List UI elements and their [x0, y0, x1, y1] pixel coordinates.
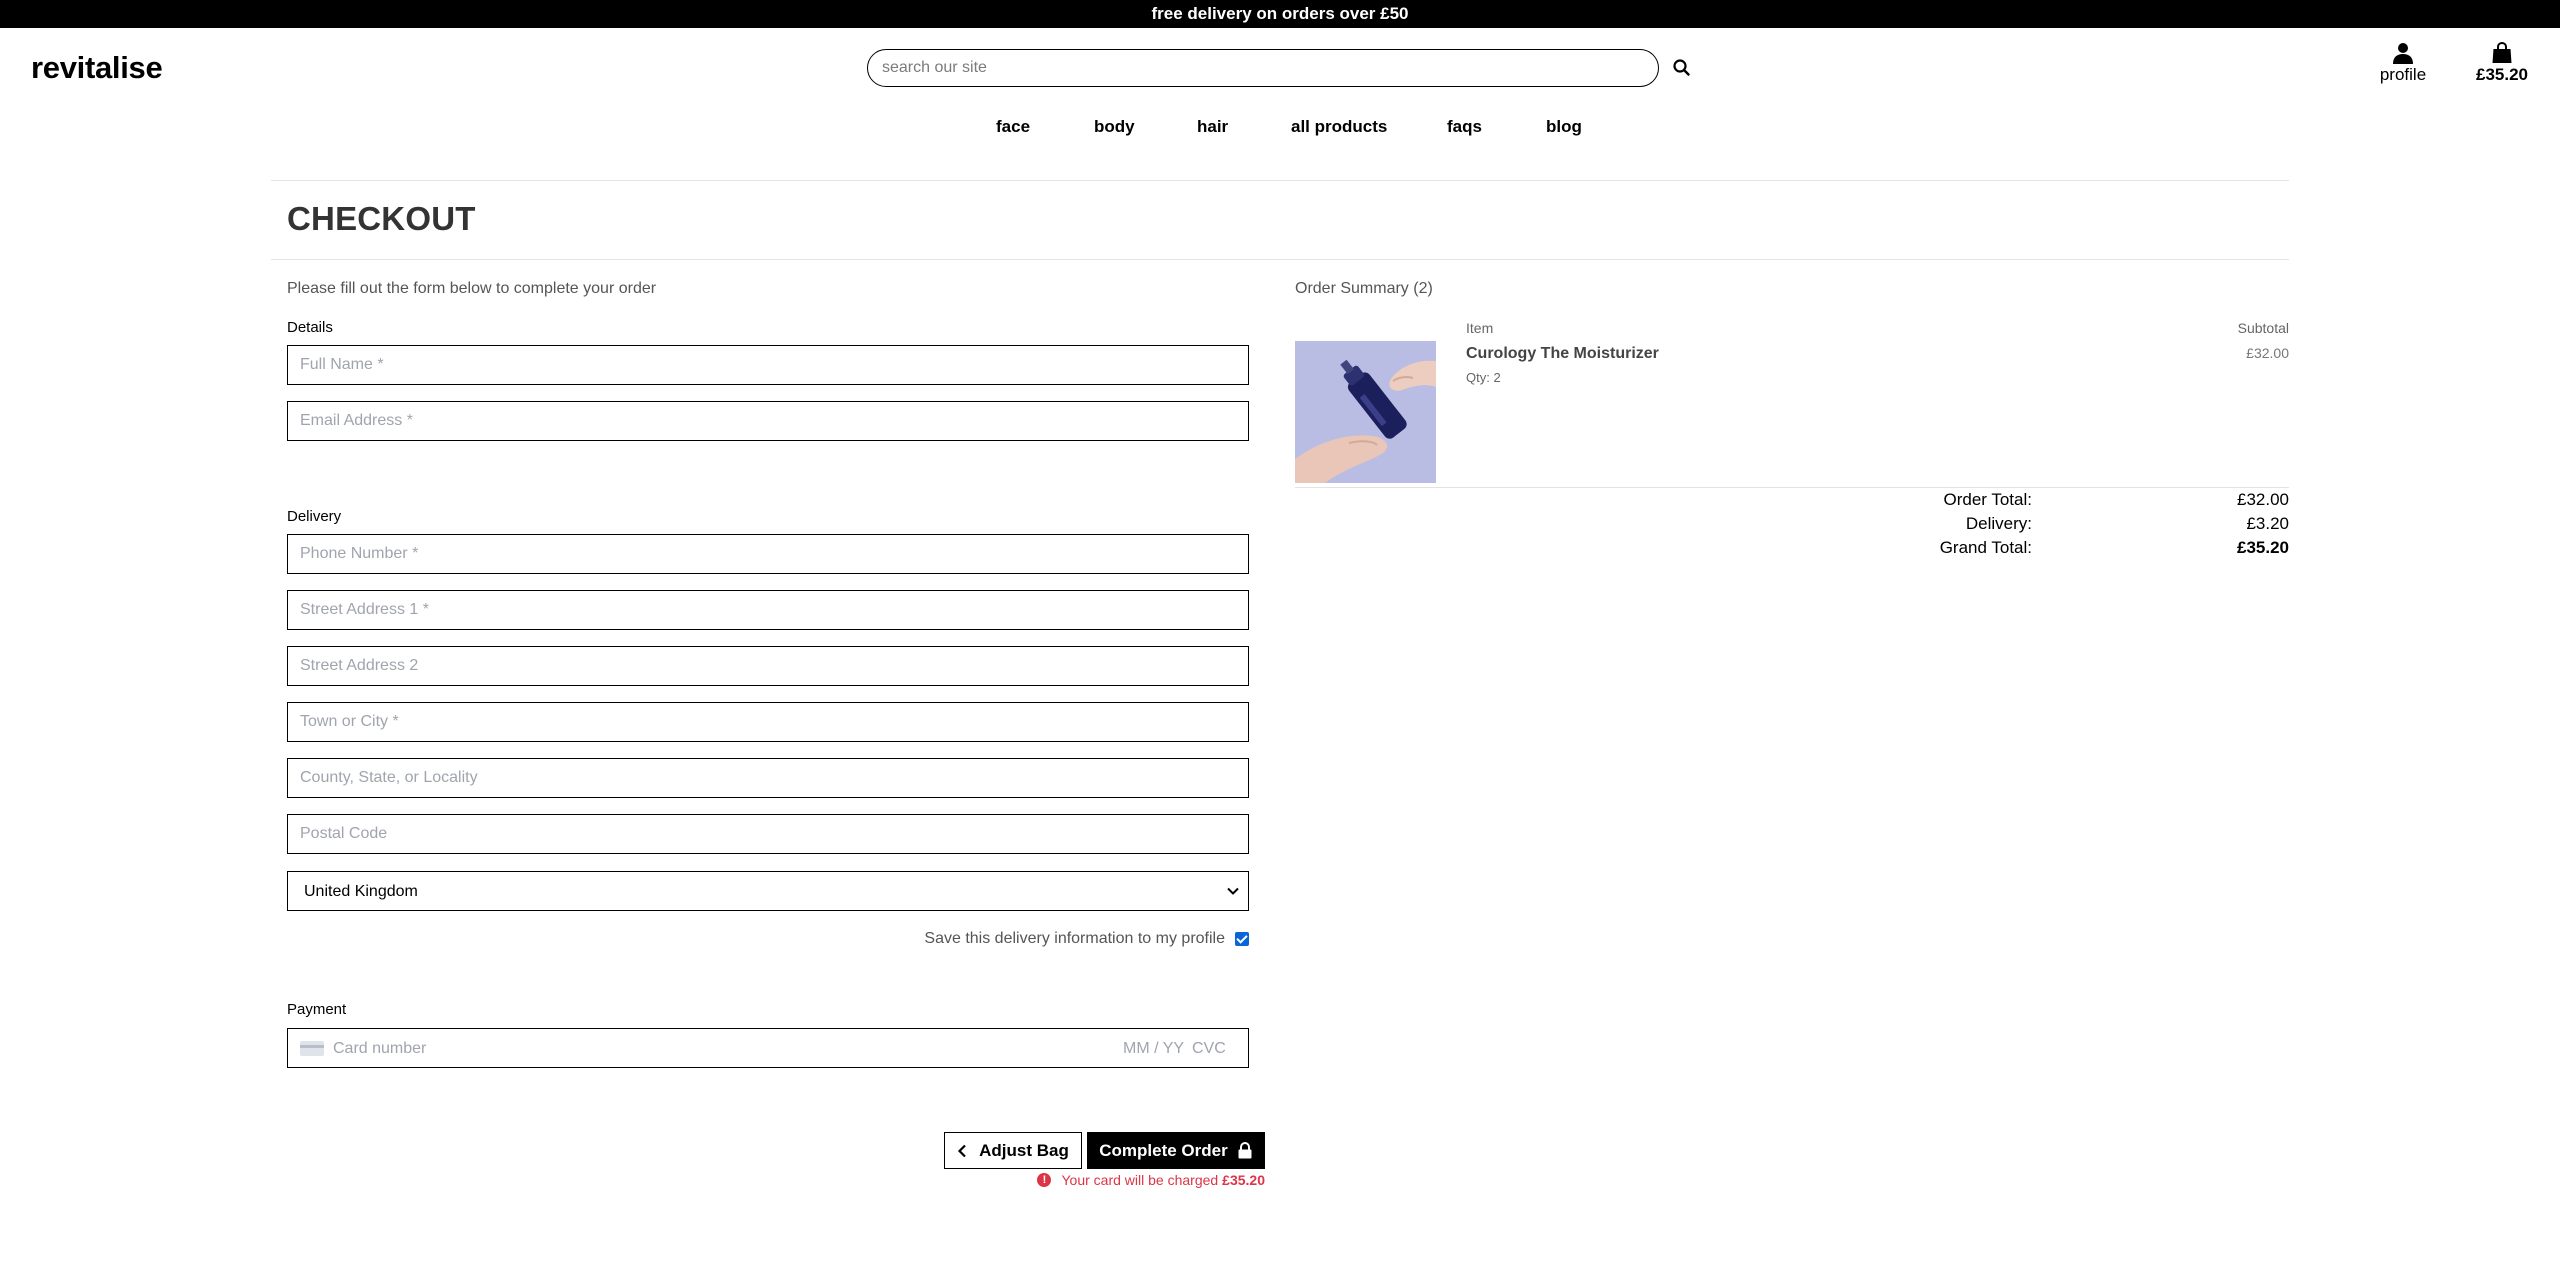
- card-cvc-placeholder: CVC: [1192, 1040, 1226, 1057]
- nav-item-face[interactable]: face: [996, 117, 1030, 137]
- product-subtotal: £32.00: [2246, 345, 2289, 361]
- lock-icon: [1238, 1142, 1252, 1159]
- divider: [271, 180, 2289, 181]
- nav-item-all-products[interactable]: all products: [1291, 117, 1387, 137]
- phone-input[interactable]: [288, 535, 1248, 573]
- product-qty: Qty: 2: [1466, 370, 1501, 385]
- form-intro: Please fill out the form below to comple…: [287, 280, 657, 297]
- street-address-1-input[interactable]: [288, 591, 1248, 629]
- page-title: CHECKOUT: [287, 200, 476, 237]
- announcement-text: free delivery on orders over £50: [1151, 4, 1409, 23]
- town-input[interactable]: [288, 703, 1248, 741]
- search-bar: [867, 49, 1659, 87]
- main-nav: face body hair all products faqs blog: [0, 117, 2560, 141]
- search-input[interactable]: [882, 50, 1642, 85]
- full-name-input[interactable]: [288, 346, 1248, 384]
- save-info-label: Save this delivery information to my pro…: [924, 930, 1225, 947]
- summary-col-subtotal: Subtotal: [2237, 320, 2289, 336]
- alert-icon: !: [1037, 1173, 1052, 1187]
- complete-order-label: Complete Order: [1099, 1140, 1228, 1160]
- card-number-placeholder: Card number: [333, 1040, 427, 1057]
- grand-total-label: Grand Total:: [1939, 538, 2032, 557]
- delivery-value: £3.20: [2246, 514, 2289, 533]
- nav-item-blog[interactable]: blog: [1546, 117, 1582, 137]
- phone-field: [287, 534, 1249, 574]
- card-expiry-placeholder: MM / YY: [1123, 1040, 1185, 1057]
- street-address-1-field: [287, 590, 1249, 630]
- nav-item-faqs[interactable]: faqs: [1447, 117, 1482, 137]
- save-info-row: Save this delivery information to my pro…: [924, 930, 1249, 948]
- street-address-2-field: [287, 646, 1249, 686]
- delivery-label: Delivery:: [1965, 514, 2032, 533]
- profile-link[interactable]: profile: [2373, 42, 2433, 85]
- chevron-left-icon: [958, 1144, 966, 1157]
- profile-label: profile: [2379, 65, 2427, 84]
- order-total-label: Order Total:: [1943, 490, 2032, 509]
- charge-note-text: Your card will be charged: [1061, 1172, 1219, 1188]
- charge-notice: ! Your card will be charged £35.20: [1037, 1172, 1265, 1188]
- order-total-value: £32.00: [2237, 490, 2289, 509]
- delivery-section-label: Delivery: [287, 508, 342, 525]
- country-select[interactable]: United Kingdom: [287, 871, 1249, 911]
- country-selected-value: United Kingdom: [304, 883, 418, 900]
- email-field: [287, 401, 1249, 441]
- order-summary-title: Order Summary (2): [1295, 280, 1433, 297]
- full-name-field: [287, 345, 1249, 385]
- shopping-bag-icon: [2492, 42, 2512, 63]
- county-field: [287, 758, 1249, 798]
- site-logo[interactable]: revitalise: [31, 50, 163, 86]
- user-icon: [2393, 43, 2413, 64]
- nav-item-hair[interactable]: hair: [1197, 117, 1228, 137]
- chevron-down-icon: [1227, 887, 1239, 895]
- postcode-input[interactable]: [288, 815, 1248, 853]
- payment-section-label: Payment: [287, 1001, 347, 1018]
- product-name[interactable]: Curology The Moisturizer: [1466, 345, 1659, 363]
- complete-order-button[interactable]: Complete Order: [1087, 1132, 1265, 1169]
- shopping-bag-link[interactable]: £35.20: [2468, 42, 2536, 85]
- adjust-bag-button[interactable]: Adjust Bag: [944, 1132, 1082, 1169]
- details-section-label: Details: [287, 319, 333, 336]
- town-field: [287, 702, 1249, 742]
- search-icon: [1673, 59, 1690, 76]
- adjust-bag-label: Adjust Bag: [979, 1140, 1069, 1160]
- summary-col-item: Item: [1466, 320, 1494, 336]
- announcement-bar: free delivery on orders over £50: [0, 0, 2560, 28]
- postcode-field: [287, 814, 1249, 854]
- credit-card-icon: [300, 1041, 324, 1056]
- street-address-2-input[interactable]: [288, 647, 1248, 685]
- product-photo-illustration: [1295, 341, 1436, 483]
- charge-amount: £35.20: [1222, 1172, 1265, 1188]
- summary-divider: [1295, 487, 2289, 488]
- bag-total: £35.20: [2476, 65, 2528, 84]
- email-input[interactable]: [288, 402, 1248, 440]
- nav-item-body[interactable]: body: [1094, 117, 1135, 137]
- card-element[interactable]: Card number MM / YY CVC: [287, 1028, 1249, 1068]
- grand-total-value: £35.20: [2237, 538, 2289, 557]
- search-button[interactable]: [1670, 56, 1694, 80]
- product-image[interactable]: [1295, 341, 1436, 483]
- divider: [271, 259, 2289, 260]
- save-info-checkbox[interactable]: [1235, 932, 1249, 946]
- county-input[interactable]: [288, 759, 1248, 797]
